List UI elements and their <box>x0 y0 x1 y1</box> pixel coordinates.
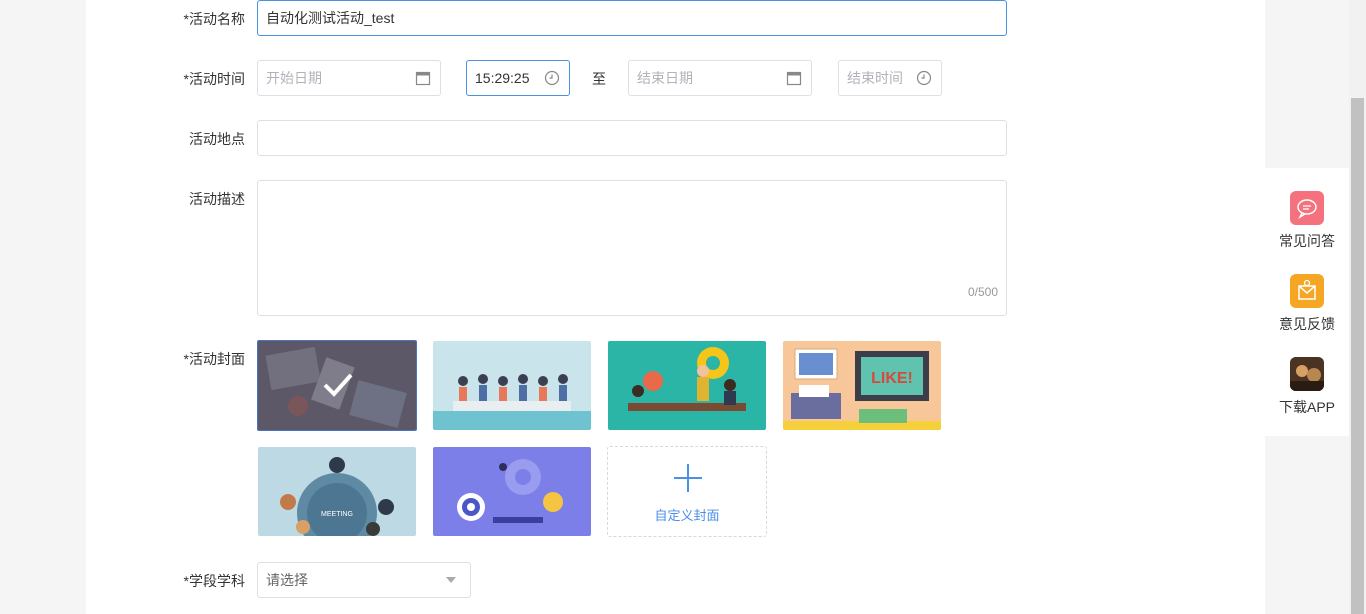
start-time-value: 15:29:25 <box>475 70 530 86</box>
description-char-counter: 0/500 <box>967 285 998 299</box>
app-thumbnail-icon <box>1290 357 1324 391</box>
activity-name-input[interactable]: 自动化测试活动_test <box>257 0 1007 36</box>
activity-location-label: 活动地点 <box>189 131 245 147</box>
time-range-separator: 至 <box>592 71 606 87</box>
activity-cover-label: *活动封面 <box>183 351 245 367</box>
feedback-envelope-icon <box>1290 274 1324 308</box>
sidebar-item-faq[interactable]: 常见问答 <box>1265 191 1349 251</box>
cover-image-round-table-meeting: MEETING <box>258 447 416 536</box>
floating-help-panel: 常见问答 意见反馈 下载APP <box>1265 168 1349 436</box>
page-scrollbar-thumb[interactable] <box>1351 98 1364 614</box>
activity-name-label: *活动名称 <box>183 11 245 27</box>
checkmark-icon <box>323 373 353 397</box>
activity-time-label: *活动时间 <box>183 71 245 87</box>
end-time-input[interactable]: 结束时间 <box>838 60 942 96</box>
svg-text:MEETING: MEETING <box>321 511 353 518</box>
feedback-label: 意见反馈 <box>1279 316 1335 332</box>
activity-name-value: 自动化测试活动_test <box>266 10 395 26</box>
cover-image-team-meeting <box>433 341 591 430</box>
activity-description-label: 活动描述 <box>189 191 245 207</box>
cover-option-2[interactable] <box>433 341 591 430</box>
subject-label: *学段学科 <box>183 573 245 589</box>
chat-bubble-icon <box>1290 191 1324 225</box>
cover-image-target-goals <box>433 447 591 536</box>
start-date-placeholder: 开始日期 <box>266 70 322 86</box>
cover-image-like-monitor: LIKE! <box>783 341 941 430</box>
cover-option-3[interactable] <box>608 341 766 430</box>
end-date-input[interactable]: 结束日期 <box>628 60 812 96</box>
start-time-input[interactable]: 15:29:25 <box>466 60 570 96</box>
svg-text:LIKE!: LIKE! <box>871 370 913 387</box>
end-time-placeholder: 结束时间 <box>847 70 903 86</box>
end-date-placeholder: 结束日期 <box>637 70 693 86</box>
start-date-input[interactable]: 开始日期 <box>257 60 441 96</box>
chevron-down-icon <box>446 577 456 583</box>
calendar-icon[interactable] <box>786 70 802 86</box>
sidebar-item-download-app[interactable]: 下载APP <box>1265 357 1349 417</box>
cover-option-5[interactable]: MEETING <box>258 447 416 536</box>
clock-icon[interactable] <box>916 70 932 86</box>
custom-cover-upload[interactable]: 自定义封面 <box>607 446 767 537</box>
sidebar-item-feedback[interactable]: 意见反馈 <box>1265 274 1349 334</box>
cover-image-gears-team <box>608 341 766 430</box>
activity-location-input[interactable] <box>257 120 1007 156</box>
cover-option-1[interactable] <box>257 340 417 431</box>
calendar-icon[interactable] <box>415 70 431 86</box>
custom-cover-label: 自定义封面 <box>654 508 720 523</box>
download-app-label: 下载APP <box>1278 399 1335 415</box>
clock-icon[interactable] <box>544 70 560 86</box>
faq-label: 常见问答 <box>1279 233 1335 249</box>
subject-select[interactable]: 请选择 <box>257 562 471 598</box>
plus-icon <box>674 464 702 492</box>
cover-option-6[interactable] <box>433 447 591 536</box>
activity-description-textarea[interactable]: 0/500 <box>257 180 1007 316</box>
subject-select-placeholder: 请选择 <box>266 572 308 588</box>
cover-option-4[interactable]: LIKE! <box>783 341 941 430</box>
